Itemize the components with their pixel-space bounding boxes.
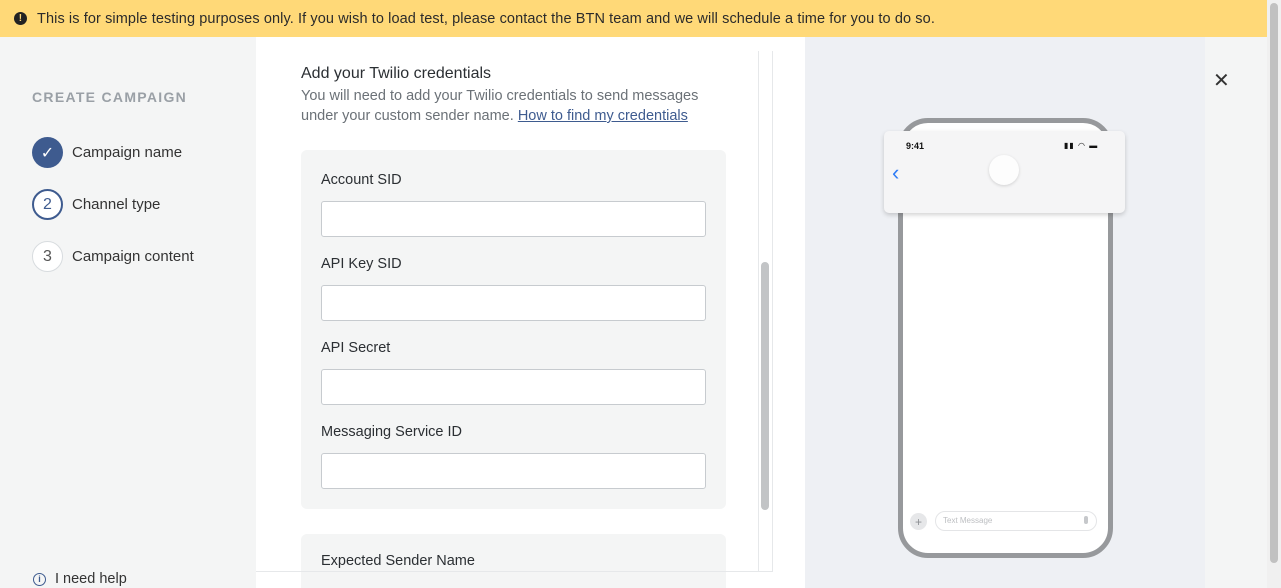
window-scrollbar[interactable]	[1267, 0, 1281, 588]
phone-message-input: Text Message	[935, 511, 1097, 531]
divider	[256, 571, 773, 572]
check-icon: ✓	[32, 137, 63, 168]
step-number: 2	[32, 189, 63, 220]
messaging-service-id-label: Messaging Service ID	[321, 424, 463, 440]
avatar	[989, 155, 1019, 185]
chevron-left-icon: ‹	[892, 160, 900, 185]
form-scrollbar-thumb[interactable]	[761, 262, 769, 510]
sidebar: CREATE CAMPAIGN ✓ Campaign name 2 Channe…	[0, 37, 256, 588]
phone-header: 9:41 ▮▮ ◠ ▬ ‹	[884, 131, 1125, 213]
form-panel: Add your Twilio credentials You will nee…	[256, 37, 805, 588]
phone-time: 9:41	[906, 141, 925, 151]
step-label: Campaign content	[72, 248, 194, 265]
close-icon[interactable]: ✕	[1213, 71, 1230, 91]
step-campaign-content[interactable]: 3 Campaign content	[32, 241, 194, 272]
step-campaign-name[interactable]: ✓ Campaign name	[32, 137, 182, 168]
microphone-icon	[1084, 516, 1088, 524]
account-sid-input[interactable]	[321, 201, 706, 237]
step-label: Campaign name	[72, 144, 183, 161]
plus-icon: +	[910, 513, 927, 530]
sender-name-card: Expected Sender Name	[301, 534, 726, 588]
sidebar-heading: CREATE CAMPAIGN	[32, 89, 188, 105]
help-link[interactable]: i I need help	[33, 571, 127, 587]
exclamation-icon: !	[14, 12, 27, 25]
window-scrollbar-thumb[interactable]	[1270, 3, 1278, 563]
help-label: I need help	[55, 571, 127, 587]
expected-sender-name-label: Expected Sender Name	[321, 553, 475, 569]
credentials-help-link[interactable]: How to find my credentials	[518, 108, 688, 124]
api-secret-label: API Secret	[321, 340, 391, 356]
form-description: You will need to add your Twilio credent…	[301, 86, 731, 126]
signal-wifi-battery-icon: ▮▮ ◠ ▬	[1064, 141, 1099, 150]
api-key-sid-label: API Key SID	[321, 256, 402, 272]
step-number: 3	[32, 241, 63, 272]
credentials-card: Account SID API Key SID API Secret Messa…	[301, 150, 726, 509]
step-channel-type[interactable]: 2 Channel type	[32, 189, 160, 220]
step-label: Channel type	[72, 196, 161, 213]
phone-message-bar: + Text Message	[910, 511, 1100, 531]
banner-text: This is for simple testing purposes only…	[37, 10, 935, 27]
messaging-service-id-input[interactable]	[321, 453, 706, 489]
account-sid-label: Account SID	[321, 172, 402, 188]
api-secret-input[interactable]	[321, 369, 706, 405]
api-key-sid-input[interactable]	[321, 285, 706, 321]
form-title: Add your Twilio credentials	[301, 65, 492, 82]
info-icon: i	[33, 572, 46, 586]
warning-banner: ! This is for simple testing purposes on…	[0, 0, 1267, 37]
